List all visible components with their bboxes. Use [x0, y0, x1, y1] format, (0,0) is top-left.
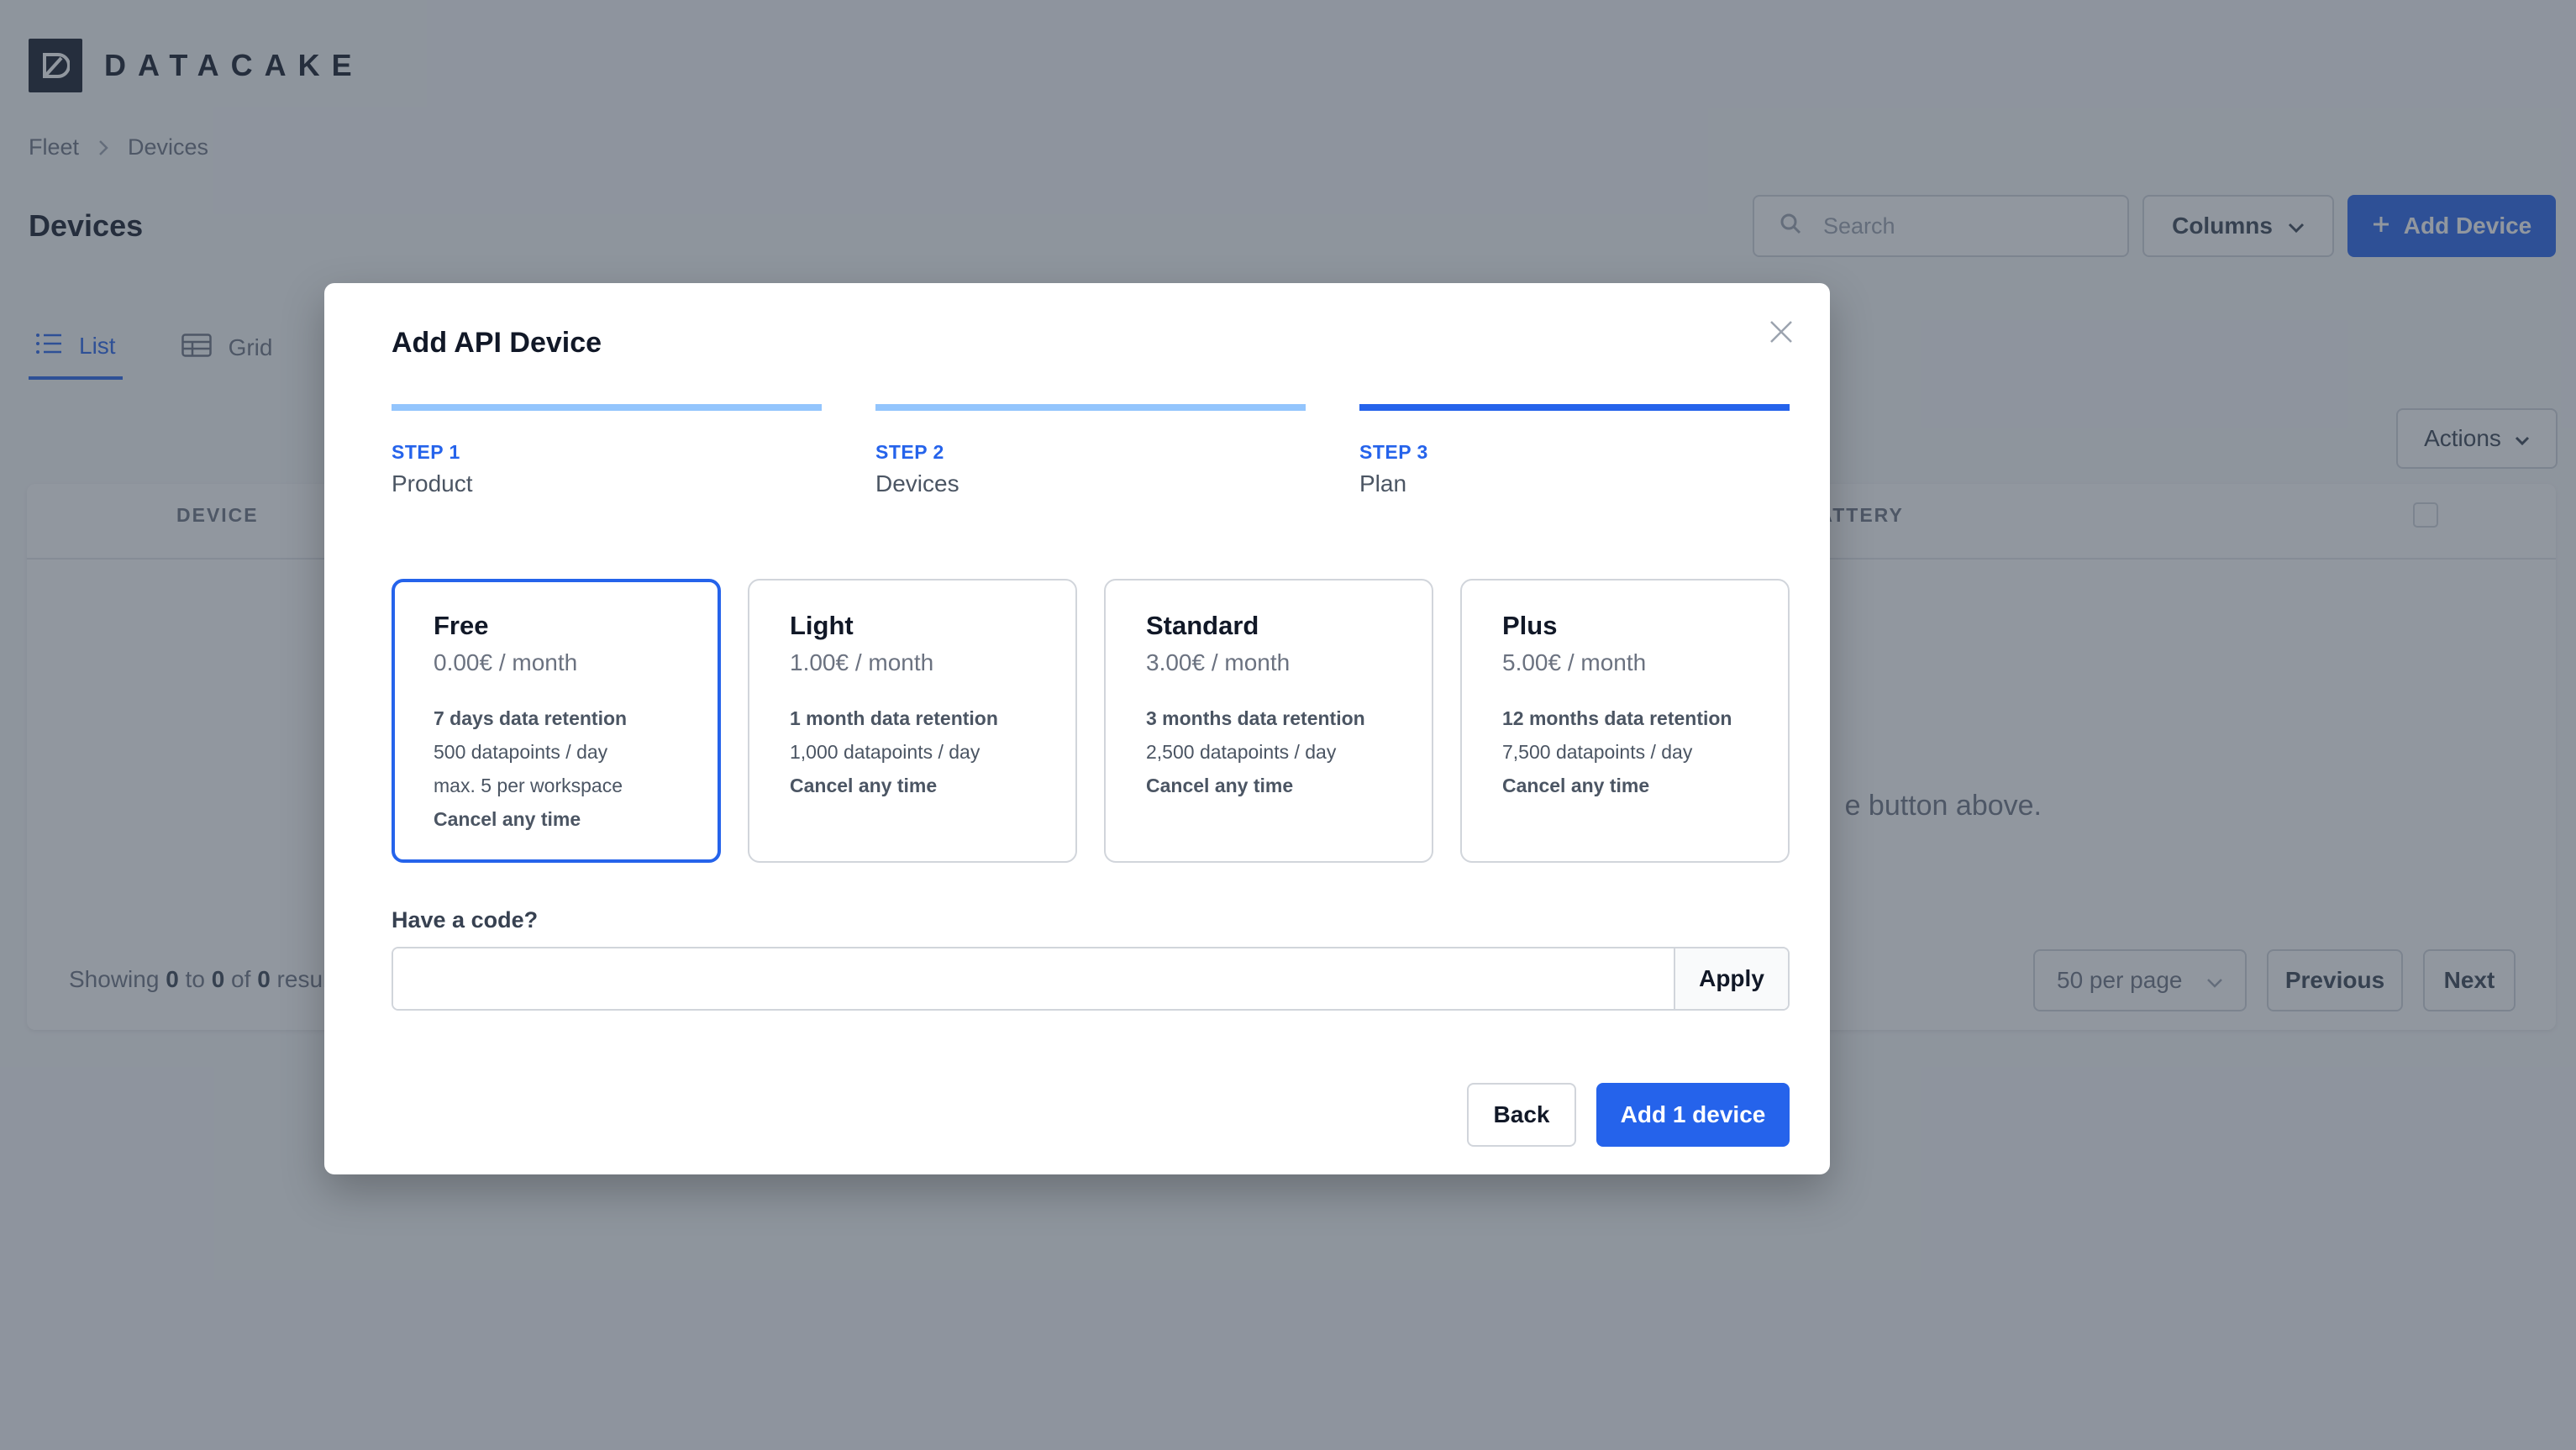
step-devices[interactable]: STEP 2 Devices	[875, 404, 1306, 497]
plan-features: 3 months data retention 2,500 datapoints…	[1146, 701, 1391, 802]
plan-feature: 1 month data retention	[790, 707, 998, 729]
plan-feature: Cancel any time	[434, 808, 581, 830]
plan-features: 7 days data retention 500 datapoints / d…	[434, 701, 679, 836]
plan-feature: 12 months data retention	[1502, 707, 1732, 729]
step-number: STEP 3	[1359, 441, 1428, 463]
step-name: Devices	[875, 470, 959, 496]
promo-code-label: Have a code?	[392, 907, 539, 933]
plan-price: 5.00€ / month	[1502, 649, 1647, 675]
step-progress-bar	[875, 404, 1306, 411]
add-api-device-modal: Add API Device STEP 1 Product STEP 2 Dev…	[324, 283, 1830, 1174]
plan-feature: 1,000 datapoints / day	[790, 741, 980, 763]
plan-price: 1.00€ / month	[790, 649, 934, 675]
plan-feature: Cancel any time	[790, 775, 938, 796]
promo-code-group: Apply	[392, 947, 1790, 1011]
add-device-submit-button[interactable]: Add 1 device	[1596, 1083, 1790, 1147]
plan-feature: 2,500 datapoints / day	[1146, 741, 1337, 763]
step-number: STEP 2	[875, 441, 944, 463]
step-progress-bar	[392, 404, 822, 411]
close-icon	[1769, 319, 1794, 349]
plan-feature: max. 5 per workspace	[434, 775, 623, 796]
step-name: Product	[392, 470, 473, 496]
modal-title: Add API Device	[392, 327, 602, 359]
plan-feature: 7 days data retention	[434, 707, 628, 729]
plan-name: Free	[434, 611, 489, 640]
promo-code-input[interactable]	[393, 948, 1674, 1009]
plan-price: 0.00€ / month	[434, 649, 578, 675]
plan-name: Plus	[1502, 611, 1558, 640]
plan-feature: 500 datapoints / day	[434, 741, 608, 763]
plan-feature: Cancel any time	[1146, 775, 1294, 796]
step-number: STEP 1	[392, 441, 460, 463]
plan-features: 12 months data retention 7,500 datapoint…	[1502, 701, 1748, 802]
plan-feature: 7,500 datapoints / day	[1502, 741, 1693, 763]
step-name: Plan	[1359, 470, 1407, 496]
plan-card-light[interactable]: Light 1.00€ / month 1 month data retenti…	[748, 579, 1077, 863]
step-progress-bar	[1359, 404, 1790, 411]
plan-features: 1 month data retention 1,000 datapoints …	[790, 701, 1035, 802]
plan-price: 3.00€ / month	[1146, 649, 1291, 675]
apply-code-button[interactable]: Apply	[1674, 948, 1788, 1009]
plan-feature: 3 months data retention	[1146, 707, 1365, 729]
plan-feature: Cancel any time	[1502, 775, 1650, 796]
plan-card-free[interactable]: Free 0.00€ / month 7 days data retention…	[392, 579, 721, 863]
step-plan[interactable]: STEP 3 Plan	[1359, 404, 1790, 497]
plan-card-standard[interactable]: Standard 3.00€ / month 3 months data ret…	[1104, 579, 1433, 863]
plan-card-plus[interactable]: Plus 5.00€ / month 12 months data retent…	[1460, 579, 1790, 863]
step-product[interactable]: STEP 1 Product	[392, 404, 822, 497]
plan-name: Light	[790, 611, 854, 640]
back-button[interactable]: Back	[1467, 1083, 1576, 1147]
plan-options: Free 0.00€ / month 7 days data retention…	[392, 579, 1790, 863]
close-button[interactable]	[1761, 313, 1801, 354]
stepper: STEP 1 Product STEP 2 Devices STEP 3 Pla…	[392, 404, 1790, 497]
plan-name: Standard	[1146, 611, 1259, 640]
